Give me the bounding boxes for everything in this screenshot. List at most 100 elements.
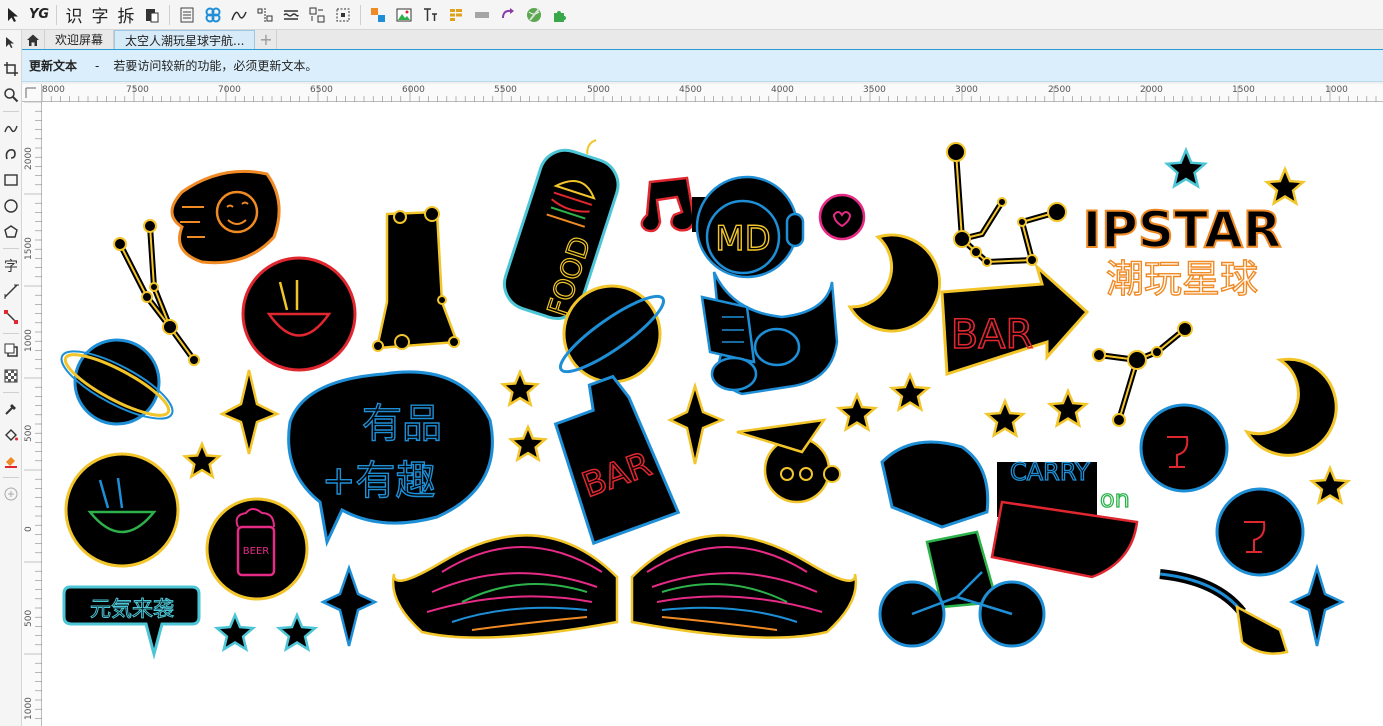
ruler-label: 3000: [955, 85, 978, 95]
yg-label: YG: [28, 7, 50, 22]
fill-tool-icon[interactable]: [0, 422, 22, 448]
puzzle-icon[interactable]: [547, 2, 573, 28]
clipboard-icon[interactable]: [139, 2, 165, 28]
pick-tool-icon[interactable]: [0, 2, 26, 28]
witch-monkey-sticker[interactable]: [736, 418, 841, 504]
sparkle-sticker-1[interactable]: [219, 369, 281, 455]
add-tab-button[interactable]: +: [255, 30, 278, 49]
wine-glass-sticker-bottom[interactable]: [1215, 487, 1305, 577]
eyedropper-icon[interactable]: [0, 396, 22, 422]
ruler-origin[interactable]: [22, 84, 42, 102]
vertical-ruler[interactable]: 2000 1500 1000 500 0 500 1000: [22, 102, 42, 726]
ruler-label: 8000: [42, 85, 65, 95]
heart-bubble-sticker[interactable]: [818, 193, 866, 241]
recognize-text-button[interactable]: 识: [61, 2, 87, 28]
moon-sticker-right[interactable]: [1243, 357, 1338, 457]
broom-sticker[interactable]: [1159, 569, 1289, 655]
document-icon[interactable]: [174, 2, 200, 28]
ipstar-logo[interactable]: IPSTAR 潮玩星球: [1082, 200, 1283, 302]
smiley-blob-sticker[interactable]: [170, 169, 281, 265]
cyclist-sticker[interactable]: CARRY on: [878, 440, 1139, 648]
notice-title: 更新文本: [29, 59, 78, 73]
toolbox-separator: [2, 477, 19, 478]
constellation-top-sticker[interactable]: [946, 142, 1067, 267]
text-tool-icon[interactable]: 字: [0, 252, 22, 278]
bar-bottle-sticker[interactable]: BAR: [542, 371, 681, 546]
bar-arrow-sign-sticker[interactable]: BAR: [940, 262, 1090, 377]
sparkle-sticker-3[interactable]: [320, 564, 378, 647]
pattern-icon[interactable]: [200, 2, 226, 28]
planet-sticker-left[interactable]: [53, 338, 180, 431]
bowl-sticker-red[interactable]: [241, 256, 357, 372]
ruler-label: 3500: [863, 85, 886, 95]
artwork-sticker-sheet[interactable]: FOOD MD IPSTAR 潮玩星球 BAR 有品 +有趣 BAR BEER …: [42, 102, 1383, 726]
connector-tool-icon[interactable]: [0, 304, 22, 330]
text-button[interactable]: 字: [87, 2, 113, 28]
barcode-icon[interactable]: [469, 2, 495, 28]
yg-plugin-button[interactable]: YG: [26, 2, 52, 28]
left-toolbox: 字: [0, 30, 22, 726]
sparkle-sticker-4[interactable]: [1289, 563, 1345, 647]
notice-dash: -: [95, 58, 100, 73]
wave-line-icon[interactable]: [278, 2, 304, 28]
globe-plugin-icon[interactable]: [521, 2, 547, 28]
md-text: MD: [715, 219, 771, 259]
color-objects-icon[interactable]: [365, 2, 391, 28]
ruler-label: 1000: [24, 697, 34, 720]
crop-tool-icon[interactable]: [0, 56, 22, 82]
artistic-media-icon[interactable]: [0, 141, 22, 167]
table-icon[interactable]: [443, 2, 469, 28]
bowl-sticker-green[interactable]: [64, 452, 180, 568]
home-tab[interactable]: [22, 30, 45, 49]
ruler-label: 7500: [126, 85, 149, 95]
arrange-icon[interactable]: [304, 2, 330, 28]
ellipse-tool-icon[interactable]: [0, 193, 22, 219]
curve-tool-icon[interactable]: [226, 2, 252, 28]
ruler-label: 1000: [1325, 85, 1348, 95]
ruler-label: 0: [24, 526, 34, 532]
horizontal-ruler-ticks: [42, 86, 1377, 102]
ruler-label: 1500: [24, 237, 34, 260]
text-align-icon[interactable]: [417, 2, 443, 28]
image-icon[interactable]: [391, 2, 417, 28]
shape-tool-icon[interactable]: [0, 30, 22, 56]
drawing-canvas[interactable]: FOOD MD IPSTAR 潮玩星球 BAR 有品 +有趣 BAR BEER …: [42, 102, 1383, 726]
right-wing-sticker[interactable]: [630, 534, 858, 639]
rotate-arrow-icon[interactable]: [495, 2, 521, 28]
zoom-tool-icon[interactable]: [0, 82, 22, 108]
interactive-fill-icon[interactable]: [0, 448, 22, 474]
freehand-tool-icon[interactable]: [0, 115, 22, 141]
music-note-sticker[interactable]: [640, 176, 696, 233]
document-tab-bar: 欢迎屏幕 太空人潮玩星球宇航... +: [22, 30, 1383, 50]
ruler-label: 4500: [679, 85, 702, 95]
toolbox-separator: [2, 392, 19, 393]
toolbar-separator: [56, 4, 57, 25]
tab-welcome-screen[interactable]: 欢迎屏幕: [45, 30, 115, 49]
sparkle-sticker-2[interactable]: [667, 381, 726, 465]
genki-sign-sticker[interactable]: 元気来袭: [62, 585, 201, 660]
beer-sticker[interactable]: BEER: [205, 497, 309, 601]
wine-glass-sticker-top[interactable]: [1139, 403, 1229, 493]
tall-sign-sticker[interactable]: [372, 206, 460, 352]
svg-text:字: 字: [4, 259, 18, 273]
select-frame-icon[interactable]: [330, 2, 356, 28]
moon-sticker-top[interactable]: [847, 233, 942, 333]
astronaut-sticker[interactable]: MD: [695, 175, 839, 396]
horizontal-ruler[interactable]: 8000 7500 7000 6500 6000 5500 5000 4500 …: [42, 84, 1383, 102]
distribute-icon[interactable]: [252, 2, 278, 28]
ruler-label: 1000: [24, 329, 34, 352]
rectangle-tool-icon[interactable]: [0, 167, 22, 193]
split-button[interactable]: 拆: [113, 2, 139, 28]
recognize-label: 识: [65, 7, 83, 27]
bar-text-right: BAR: [951, 312, 1034, 358]
drop-shadow-icon[interactable]: [0, 337, 22, 363]
tab-document[interactable]: 太空人潮玩星球宇航...: [114, 30, 256, 49]
plus-icon: +: [259, 30, 273, 49]
polygon-tool-icon[interactable]: [0, 219, 22, 245]
dimension-tool-icon[interactable]: [0, 278, 22, 304]
add-tool-icon[interactable]: [0, 481, 22, 507]
transparency-icon[interactable]: [0, 363, 22, 389]
update-notification-bar: 更新文本 - 若要访问较新的功能，必须更新文本。: [22, 50, 1383, 82]
speech-bubble-sticker[interactable]: 有品 +有趣: [287, 370, 494, 547]
left-wing-sticker[interactable]: [391, 534, 619, 639]
